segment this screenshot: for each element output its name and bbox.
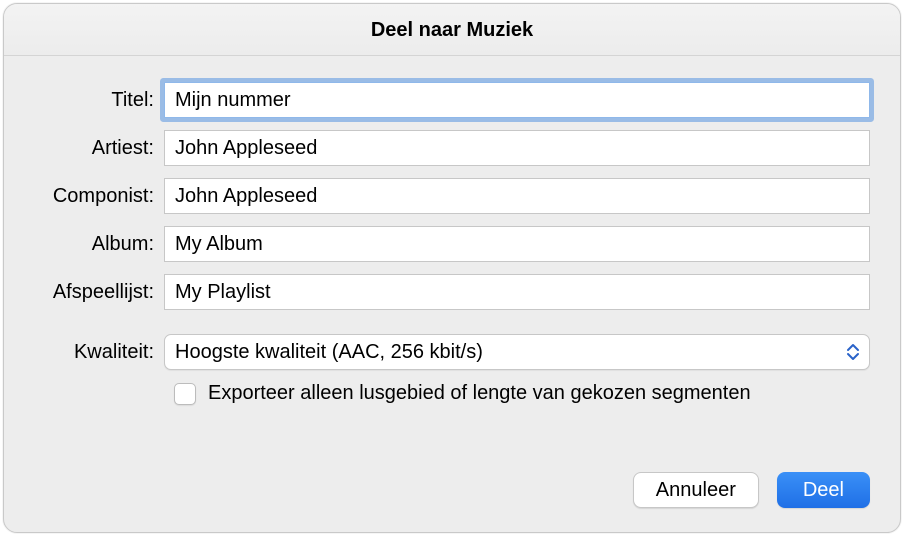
playlist-label: Afspeellijst: <box>34 281 164 304</box>
album-label: Album: <box>34 233 164 256</box>
form-content: Titel: Artiest: Componist: Album: Afspee <box>4 56 900 405</box>
quality-label: Kwaliteit: <box>34 341 164 364</box>
composer-input[interactable] <box>164 178 870 214</box>
cancel-button[interactable]: Annuleer <box>633 472 759 508</box>
artist-row: Artiest: <box>34 130 870 166</box>
artist-label: Artiest: <box>34 137 164 160</box>
export-cycle-row: Exporteer alleen lusgebied of lengte van… <box>34 382 870 405</box>
composer-row: Componist: <box>34 178 870 214</box>
updown-chevrons-icon <box>845 342 861 362</box>
dialog-footer: Annuleer Deel <box>633 472 870 508</box>
export-cycle-label: Exporteer alleen lusgebied of lengte van… <box>208 382 751 405</box>
composer-label: Componist: <box>34 185 164 208</box>
album-row: Album: <box>34 226 870 262</box>
share-to-music-dialog: Deel naar Muziek Titel: Artiest: Componi… <box>3 3 901 533</box>
quality-row: Kwaliteit: Hoogste kwaliteit (AAC, 256 k… <box>34 334 870 370</box>
playlist-input[interactable] <box>164 274 870 310</box>
title-row: Titel: <box>34 82 870 118</box>
playlist-row: Afspeellijst: <box>34 274 870 310</box>
title-input[interactable] <box>164 82 870 118</box>
window-title: Deel naar Muziek <box>4 4 900 56</box>
album-input[interactable] <box>164 226 870 262</box>
quality-select[interactable]: Hoogste kwaliteit (AAC, 256 kbit/s) <box>164 334 870 370</box>
export-cycle-checkbox[interactable] <box>174 383 196 405</box>
title-label: Titel: <box>34 89 164 112</box>
quality-select-value: Hoogste kwaliteit (AAC, 256 kbit/s) <box>175 341 483 364</box>
share-button[interactable]: Deel <box>777 472 870 508</box>
artist-input[interactable] <box>164 130 870 166</box>
